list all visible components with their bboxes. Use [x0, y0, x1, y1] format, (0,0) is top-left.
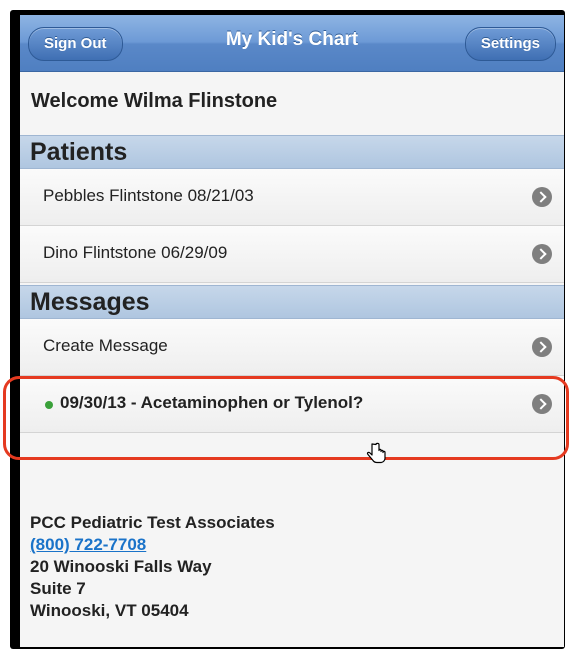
messages-heading: Messages [30, 288, 150, 316]
patients-section-header: Patients [20, 135, 564, 169]
practice-phone-link[interactable]: (800) 722-7708 [30, 534, 275, 556]
messages-section-header: Messages [20, 285, 564, 319]
highlight-annotation [3, 376, 569, 460]
chevron-right-icon [532, 337, 552, 357]
create-message-label: Create Message [43, 336, 168, 355]
patient-label: Pebbles Flintstone 08/21/03 [43, 186, 254, 205]
patients-heading: Patients [30, 138, 128, 166]
top-bar: Sign Out My Kid's Chart Settings [20, 15, 564, 72]
chevron-right-icon [532, 244, 552, 264]
practice-info: PCC Pediatric Test Associates (800) 722-… [30, 512, 275, 622]
hand-cursor-icon [366, 442, 386, 464]
chevron-right-icon [532, 187, 552, 207]
app-screen: Sign Out My Kid's Chart Settings Welcome… [20, 15, 564, 647]
patient-row[interactable]: Dino Flintstone 06/29/09 [20, 226, 564, 283]
practice-city-state-zip: Winooski, VT 05404 [30, 601, 189, 620]
patient-label: Dino Flintstone 06/29/09 [43, 243, 228, 262]
welcome-text: Welcome Wilma Flinstone [31, 90, 278, 112]
practice-address-line2: Suite 7 [30, 579, 86, 598]
practice-name: PCC Pediatric Test Associates [30, 513, 275, 532]
settings-button[interactable]: Settings [464, 27, 556, 61]
practice-address-line1: 20 Winooski Falls Way [30, 557, 212, 576]
create-message-row[interactable]: Create Message [20, 319, 564, 376]
patient-row[interactable]: Pebbles Flintstone 08/21/03 [20, 169, 564, 226]
